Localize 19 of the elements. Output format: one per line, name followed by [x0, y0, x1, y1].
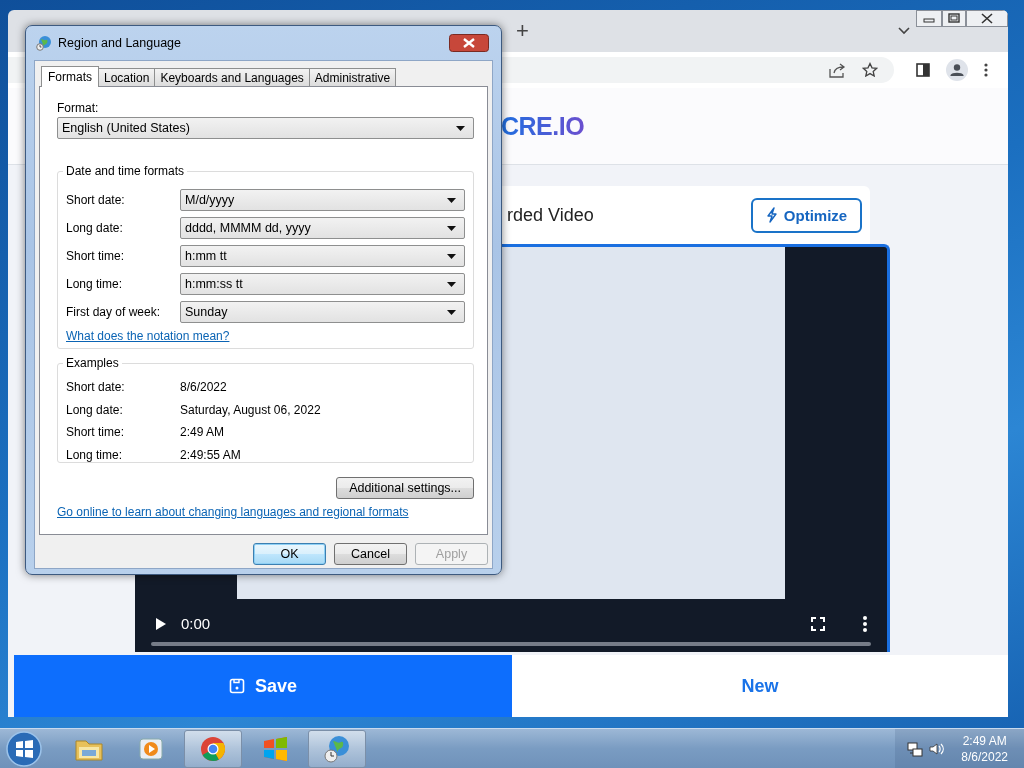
field-label: Short time:	[66, 249, 126, 263]
example-label: Short time:	[66, 425, 126, 440]
format-label: Format:	[57, 101, 100, 117]
window-title: Region and Language	[58, 36, 182, 50]
video-time: 0:00	[181, 615, 211, 632]
group-title: Examples	[63, 356, 122, 370]
example-value: 2:49 AM	[180, 425, 225, 440]
card-title: rded Video	[507, 204, 595, 226]
field-label: Short date:	[66, 193, 126, 207]
group-title: Date and time formats	[63, 164, 188, 178]
field-label: First day of week:	[66, 305, 162, 319]
example-label: Long time:	[66, 447, 124, 462]
example-value: 8/6/2022	[180, 380, 227, 395]
example-label: Short date:	[66, 380, 126, 395]
field-label: Long date:	[66, 221, 124, 235]
field-label: Long time:	[66, 277, 124, 291]
example-value: 2:49:55 AM	[180, 447, 241, 462]
example-label: Long date:	[66, 402, 124, 417]
example-value: Saturday, August 06, 2022	[180, 402, 321, 417]
